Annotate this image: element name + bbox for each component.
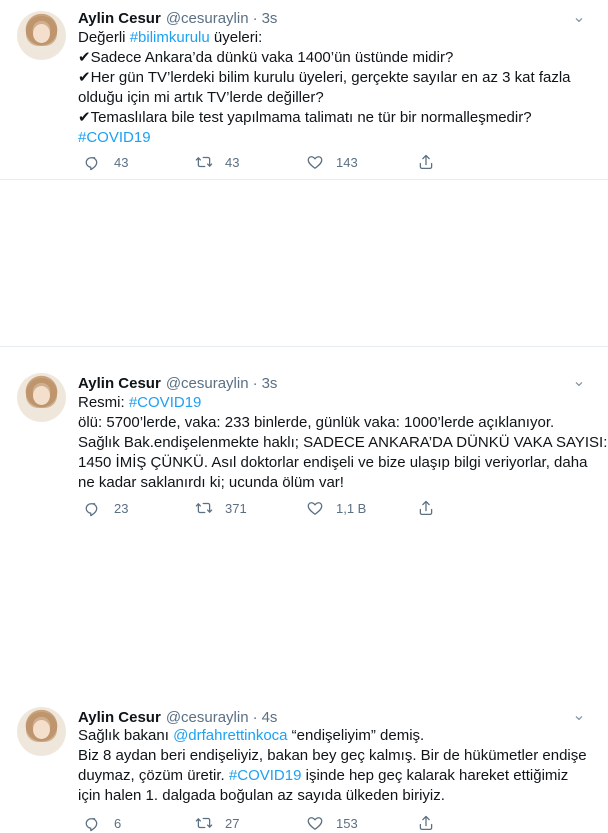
tweet-text-line: olduğu için mi artık TV’lerde değiller?	[78, 88, 588, 108]
reply-icon	[85, 157, 98, 171]
retweet-icon	[195, 502, 213, 514]
retweet-button[interactable]: 43	[189, 153, 300, 171]
tweet-text-line: #COVID19	[78, 128, 588, 148]
like-button[interactable]: 153	[300, 814, 411, 832]
reply-button[interactable]: 43	[78, 153, 189, 171]
tweet-text-line: Değerli #bilimkurulu üyeleri:	[78, 28, 588, 48]
text-segment: ✔Her gün TV’lerdeki bilim kurulu üyeleri…	[78, 69, 571, 86]
reply-icon	[85, 503, 98, 517]
reply-icon	[85, 818, 98, 832]
reply-button[interactable]: 23	[78, 499, 189, 517]
author-handle[interactable]: @cesuraylin	[166, 709, 249, 726]
tweet-header: Aylin Cesur @cesuraylin · 3s	[78, 8, 277, 28]
share-button[interactable]	[411, 814, 522, 832]
like-button[interactable]: 1,1 B	[300, 499, 411, 517]
tweet-text-line: için halen 1. dalgada boğulan az sayıda …	[78, 786, 588, 806]
hashtag-link[interactable]: #COVID19	[78, 129, 151, 146]
reply-count: 23	[114, 500, 129, 516]
separator-dot: ·	[252, 9, 258, 27]
caret-down-icon[interactable]: ⌄	[570, 707, 588, 725]
text-segment: Biz 8 aydan beri endişeliyiz, bakan bey …	[78, 747, 587, 764]
retweet-button[interactable]: 371	[189, 499, 300, 517]
like-icon	[307, 817, 323, 830]
retweet-count: 27	[225, 815, 240, 831]
retweet-icon	[195, 156, 213, 168]
mention-link[interactable]: @drfahrettinkoca	[173, 727, 287, 744]
text-segment: olduğu için mi artık TV’lerde değiller?	[78, 89, 324, 106]
text-segment: ✔Sadece Ankara’da dünkü vaka 1400’ün üst…	[78, 49, 454, 66]
tweet-header: Aylin Cesur @cesuraylin · 4s	[78, 707, 277, 727]
share-button[interactable]	[411, 499, 522, 517]
author-handle[interactable]: @cesuraylin	[166, 10, 249, 27]
tweet-text-line: ✔Sadece Ankara’da dünkü vaka 1400’ün üst…	[78, 48, 588, 68]
text-segment: işinde hep geç kalarak hareket ettiğimiz	[301, 767, 569, 784]
tweet-text: Sağlık bakanı @drfahrettinkoca “endişeli…	[78, 726, 588, 806]
reply-count: 43	[114, 154, 129, 170]
retweet-count: 371	[225, 500, 247, 516]
reply-button[interactable]: 6	[78, 814, 189, 832]
tweet[interactable]: Aylin Cesur @cesuraylin · 3s ⌄ Değerli #bilim…	[0, 0, 608, 180]
text-segment: Değerli	[78, 29, 130, 46]
text-segment: üyeleri:	[209, 29, 263, 46]
tweet[interactable]: Aylin Cesur @cesuraylin · 3s ⌄ Resmi: #COVID1…	[0, 180, 608, 517]
author-name[interactable]: Aylin Cesur	[78, 10, 161, 27]
like-count: 1,1 B	[336, 500, 367, 516]
separator-dot: ·	[252, 708, 258, 726]
retweet-icon	[195, 817, 213, 829]
caret-down-icon[interactable]: ⌄	[570, 9, 588, 27]
text-segment: duymaz, çözüm üretir.	[78, 767, 229, 784]
share-icon	[419, 815, 433, 831]
tweet-text-line: duymaz, çözüm üretir. #COVID19 işinde he…	[78, 766, 588, 786]
text-segment: için halen 1. dalgada boğulan az sayıda …	[78, 787, 445, 804]
text-segment: Sağlık bakanı	[78, 727, 174, 744]
tweet-text-line: ✔Temaslılara bile test yapılmama talimat…	[78, 108, 588, 128]
tweet-text-line: Biz 8 aydan beri endişeliyiz, bakan bey …	[78, 746, 588, 766]
share-button[interactable]	[411, 153, 522, 171]
share-icon	[419, 500, 433, 516]
tweet-actions: 6 27 153	[78, 813, 522, 833]
share-icon	[419, 154, 433, 170]
tweet-timestamp[interactable]: 3s	[262, 10, 278, 27]
like-button[interactable]: 143	[300, 153, 411, 171]
text-segment: ✔Temaslılara bile test yapılmama talimat…	[78, 109, 532, 126]
author-name[interactable]: Aylin Cesur	[78, 709, 161, 726]
retweet-count: 43	[225, 154, 240, 170]
tweet-actions: 23 371 1,1 B	[78, 498, 522, 518]
avatar[interactable]	[17, 707, 66, 756]
like-icon	[307, 502, 323, 515]
hashtag-link[interactable]: #bilimkurulu	[130, 29, 210, 46]
text-segment: “endişeliyim” demiş.	[287, 727, 425, 744]
reply-count: 6	[114, 815, 122, 831]
retweet-button[interactable]: 27	[189, 814, 300, 832]
like-icon	[307, 156, 323, 169]
tweet-text-line: Sağlık bakanı @drfahrettinkoca “endişeli…	[78, 726, 588, 746]
tweet-timestamp[interactable]: 4s	[262, 709, 278, 726]
tweet[interactable]: Aylin Cesur @cesuraylin · 4s ⌄ Sağlık bakanı …	[0, 347, 608, 832]
hashtag-link[interactable]: #COVID19	[229, 767, 302, 784]
tweet-text-line: ✔Her gün TV’lerdeki bilim kurulu üyeleri…	[78, 68, 588, 88]
like-count: 153	[336, 815, 358, 831]
avatar[interactable]	[17, 11, 66, 60]
like-count: 143	[336, 154, 358, 170]
tweet-text: Değerli #bilimkurulu üyeleri: ✔Sadece Ank…	[78, 28, 588, 148]
tweet-actions: 43 43 143	[78, 152, 522, 172]
